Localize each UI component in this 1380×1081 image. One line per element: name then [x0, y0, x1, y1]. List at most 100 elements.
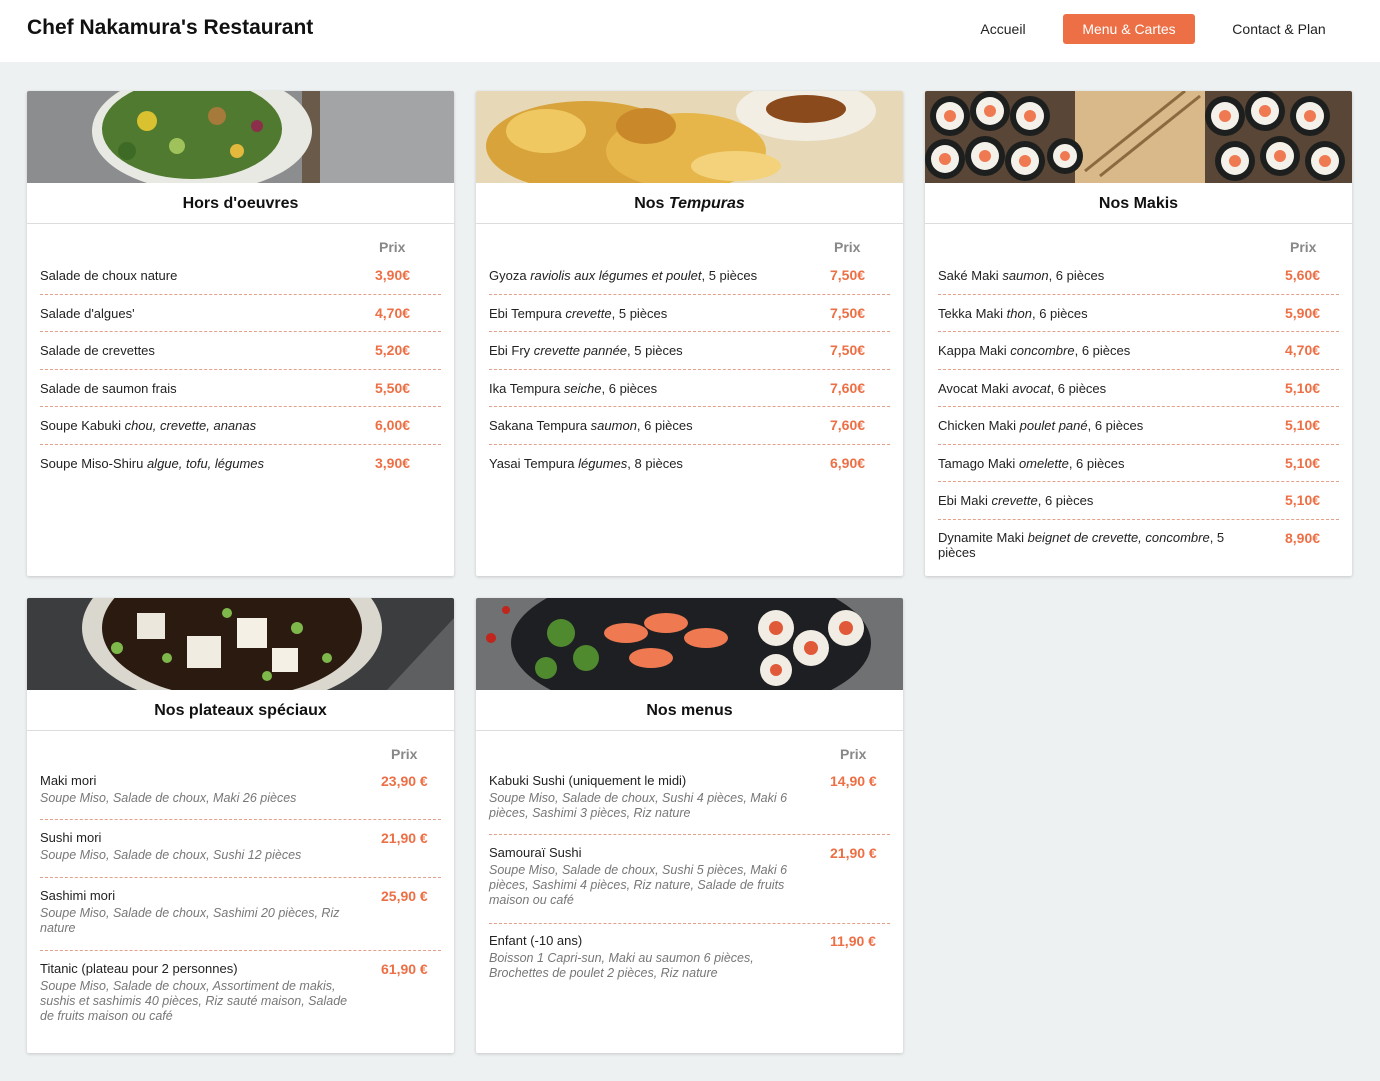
menu-item: Ebi Maki crevette, 6 pièces 5,10€ — [938, 482, 1339, 520]
menu-item: Salade de saumon frais 5,50€ — [40, 370, 441, 407]
card-tempuras: Nos Tempuras Prix Gyoza raviolis aux lég… — [476, 91, 903, 576]
tempura-photo — [476, 91, 903, 183]
menu-item: Saké Maki saumon, 6 pièces 5,60€ — [938, 257, 1339, 295]
menu-item: Ebi Fry crevette pannée, 5 pièces 7,50€ — [489, 332, 890, 370]
menu-item: Maki mori Soupe Miso, Salade de choux, M… — [40, 764, 441, 820]
item-name: Maki mori — [40, 773, 97, 788]
nav-contact-plan[interactable]: Contact & Plan — [1218, 14, 1340, 44]
item-name: Salade de saumon frais — [40, 381, 177, 396]
item-name: Kappa Maki concombre, 6 pièces — [938, 343, 1131, 358]
card-makis: Nos Makis Prix Saké Maki saumon, 6 pièce… — [925, 91, 1352, 576]
menu-item: Ebi Tempura crevette, 5 pièces 7,50€ — [489, 295, 890, 332]
item-price: 3,90€ — [375, 267, 411, 283]
item-price: 5,10€ — [1285, 380, 1321, 396]
menu-list: Kabuki Sushi (uniquement le midi) Soupe … — [489, 764, 890, 994]
item-price: 23,90 € — [381, 773, 428, 789]
item-name: Yasai Tempura légumes, 8 pièces — [489, 456, 683, 471]
item-price: 3,90€ — [375, 455, 411, 471]
item-name: Avocat Maki avocat, 6 pièces — [938, 381, 1107, 396]
menu-item: Samouraï Sushi Soupe Miso, Salade de cho… — [489, 835, 890, 924]
menu-item: Sakana Tempura saumon, 6 pièces 7,60€ — [489, 407, 890, 445]
item-description: Soupe Miso, Salade de choux, Sushi 12 pi… — [40, 848, 302, 862]
card-nos-menus: Nos menus Prix Kabuki Sushi (uniquement … — [476, 598, 903, 1053]
item-price: 7,60€ — [830, 380, 866, 396]
item-price: 5,10€ — [1285, 492, 1321, 508]
salad-photo — [27, 91, 454, 183]
item-price: 5,10€ — [1285, 417, 1321, 433]
item-price: 6,00€ — [375, 417, 411, 433]
menu-list: Maki mori Soupe Miso, Salade de choux, M… — [40, 764, 441, 1039]
item-price: 4,70€ — [1285, 342, 1321, 358]
item-name: Kabuki Sushi (uniquement le midi) — [489, 773, 687, 788]
item-description: Soupe Miso, Salade de choux, Maki 26 piè… — [40, 791, 297, 805]
card-title: Nos plateaux spéciaux — [27, 690, 454, 731]
item-price: 7,50€ — [830, 305, 866, 321]
item-price: 5,60€ — [1285, 267, 1321, 283]
menu-item: Salade de choux nature 3,90€ — [40, 257, 441, 295]
item-name: Saké Maki saumon, 6 pièces — [938, 268, 1105, 283]
menu-item: Avocat Maki avocat, 6 pièces 5,10€ — [938, 370, 1339, 407]
price-column-header: Prix — [1290, 239, 1317, 255]
sushi-platter-photo — [476, 598, 903, 690]
item-price: 6,90€ — [830, 455, 866, 471]
item-name: Samouraï Sushi — [489, 845, 582, 860]
item-description: Soupe Miso, Salade de choux, Assortiment… — [40, 979, 348, 1023]
card-hors-doeuvres: Hors d'oeuvres Prix Salade de choux natu… — [27, 91, 454, 576]
card-title: Nos Makis — [925, 183, 1352, 224]
item-price: 5,50€ — [375, 380, 411, 396]
miso-soup-photo — [27, 598, 454, 690]
item-price: 14,90 € — [830, 773, 877, 789]
item-price: 25,90 € — [381, 888, 428, 904]
nav-menu-cartes[interactable]: Menu & Cartes — [1063, 14, 1195, 44]
item-name: Sakana Tempura saumon, 6 pièces — [489, 418, 693, 433]
item-name: Salade de crevettes — [40, 343, 155, 358]
item-name: Tamago Maki omelette, 6 pièces — [938, 456, 1125, 471]
price-column-header: Prix — [840, 746, 867, 762]
item-name: Titanic (plateau pour 2 personnes) — [40, 961, 238, 976]
item-price: 5,90€ — [1285, 305, 1321, 321]
card-title: Hors d'oeuvres — [27, 183, 454, 224]
item-price: 5,10€ — [1285, 455, 1321, 471]
menu-item: Salade de crevettes 5,20€ — [40, 332, 441, 370]
price-column-header: Prix — [379, 239, 406, 255]
item-price: 61,90 € — [381, 961, 428, 977]
nav-accueil[interactable]: Accueil — [965, 14, 1041, 44]
item-price: 7,50€ — [830, 342, 866, 358]
item-price: 4,70€ — [375, 305, 411, 321]
price-column-header: Prix — [834, 239, 861, 255]
item-name: Ebi Tempura crevette, 5 pièces — [489, 306, 668, 321]
item-name: Dynamite Maki beignet de crevette, conco… — [938, 530, 1225, 560]
item-price: 8,90€ — [1285, 530, 1321, 546]
menu-item: Tamago Maki omelette, 6 pièces 5,10€ — [938, 445, 1339, 482]
item-name: Ebi Fry crevette pannée, 5 pièces — [489, 343, 683, 358]
top-navbar: Chef Nakamura's Restaurant Accueil Menu … — [0, 0, 1380, 62]
menu-item: Salade d'algues' 4,70€ — [40, 295, 441, 332]
menu-item: Gyoza raviolis aux légumes et poulet, 5 … — [489, 257, 890, 295]
menu-item: Tekka Maki thon, 6 pièces 5,90€ — [938, 295, 1339, 332]
price-column-header: Prix — [391, 746, 418, 762]
item-price: 21,90 € — [381, 830, 428, 846]
menu-item: Kabuki Sushi (uniquement le midi) Soupe … — [489, 764, 890, 835]
item-name: Sushi mori — [40, 830, 102, 845]
menu-item: Ika Tempura seiche, 6 pièces 7,60€ — [489, 370, 890, 407]
menu-item: Soupe Miso-Shiru algue, tofu, légumes 3,… — [40, 445, 441, 483]
item-name: Soupe Miso-Shiru algue, tofu, légumes — [40, 456, 265, 471]
item-description: Soupe Miso, Salade de choux, Sashimi 20 … — [40, 906, 340, 935]
menu-item: Chicken Maki poulet pané, 6 pièces 5,10€ — [938, 407, 1339, 445]
brand-title[interactable]: Chef Nakamura's Restaurant — [27, 16, 313, 40]
maki-photo — [925, 91, 1352, 183]
menu-item: Sushi mori Soupe Miso, Salade de choux, … — [40, 820, 441, 878]
item-price: 7,60€ — [830, 417, 866, 433]
menu-list: Saké Maki saumon, 6 pièces 5,60€ Tekka M… — [938, 257, 1339, 566]
menu-list: Gyoza raviolis aux légumes et poulet, 5 … — [489, 257, 890, 483]
item-name: Sashimi mori — [40, 888, 116, 903]
menu-item: Yasai Tempura légumes, 8 pièces 6,90€ — [489, 445, 890, 483]
item-name: Chicken Maki poulet pané, 6 pièces — [938, 418, 1144, 433]
item-name: Gyoza raviolis aux légumes et poulet, 5 … — [489, 268, 758, 283]
menu-item: Enfant (-10 ans) Boisson 1 Capri-sun, Ma… — [489, 924, 890, 994]
item-name: Salade d'algues' — [40, 306, 135, 321]
card-title: Nos menus — [476, 690, 903, 731]
item-description: Soupe Miso, Salade de choux, Sushi 5 piè… — [489, 863, 788, 907]
item-name: Enfant (-10 ans) — [489, 933, 583, 948]
menu-item: Sashimi mori Soupe Miso, Salade de choux… — [40, 878, 441, 951]
